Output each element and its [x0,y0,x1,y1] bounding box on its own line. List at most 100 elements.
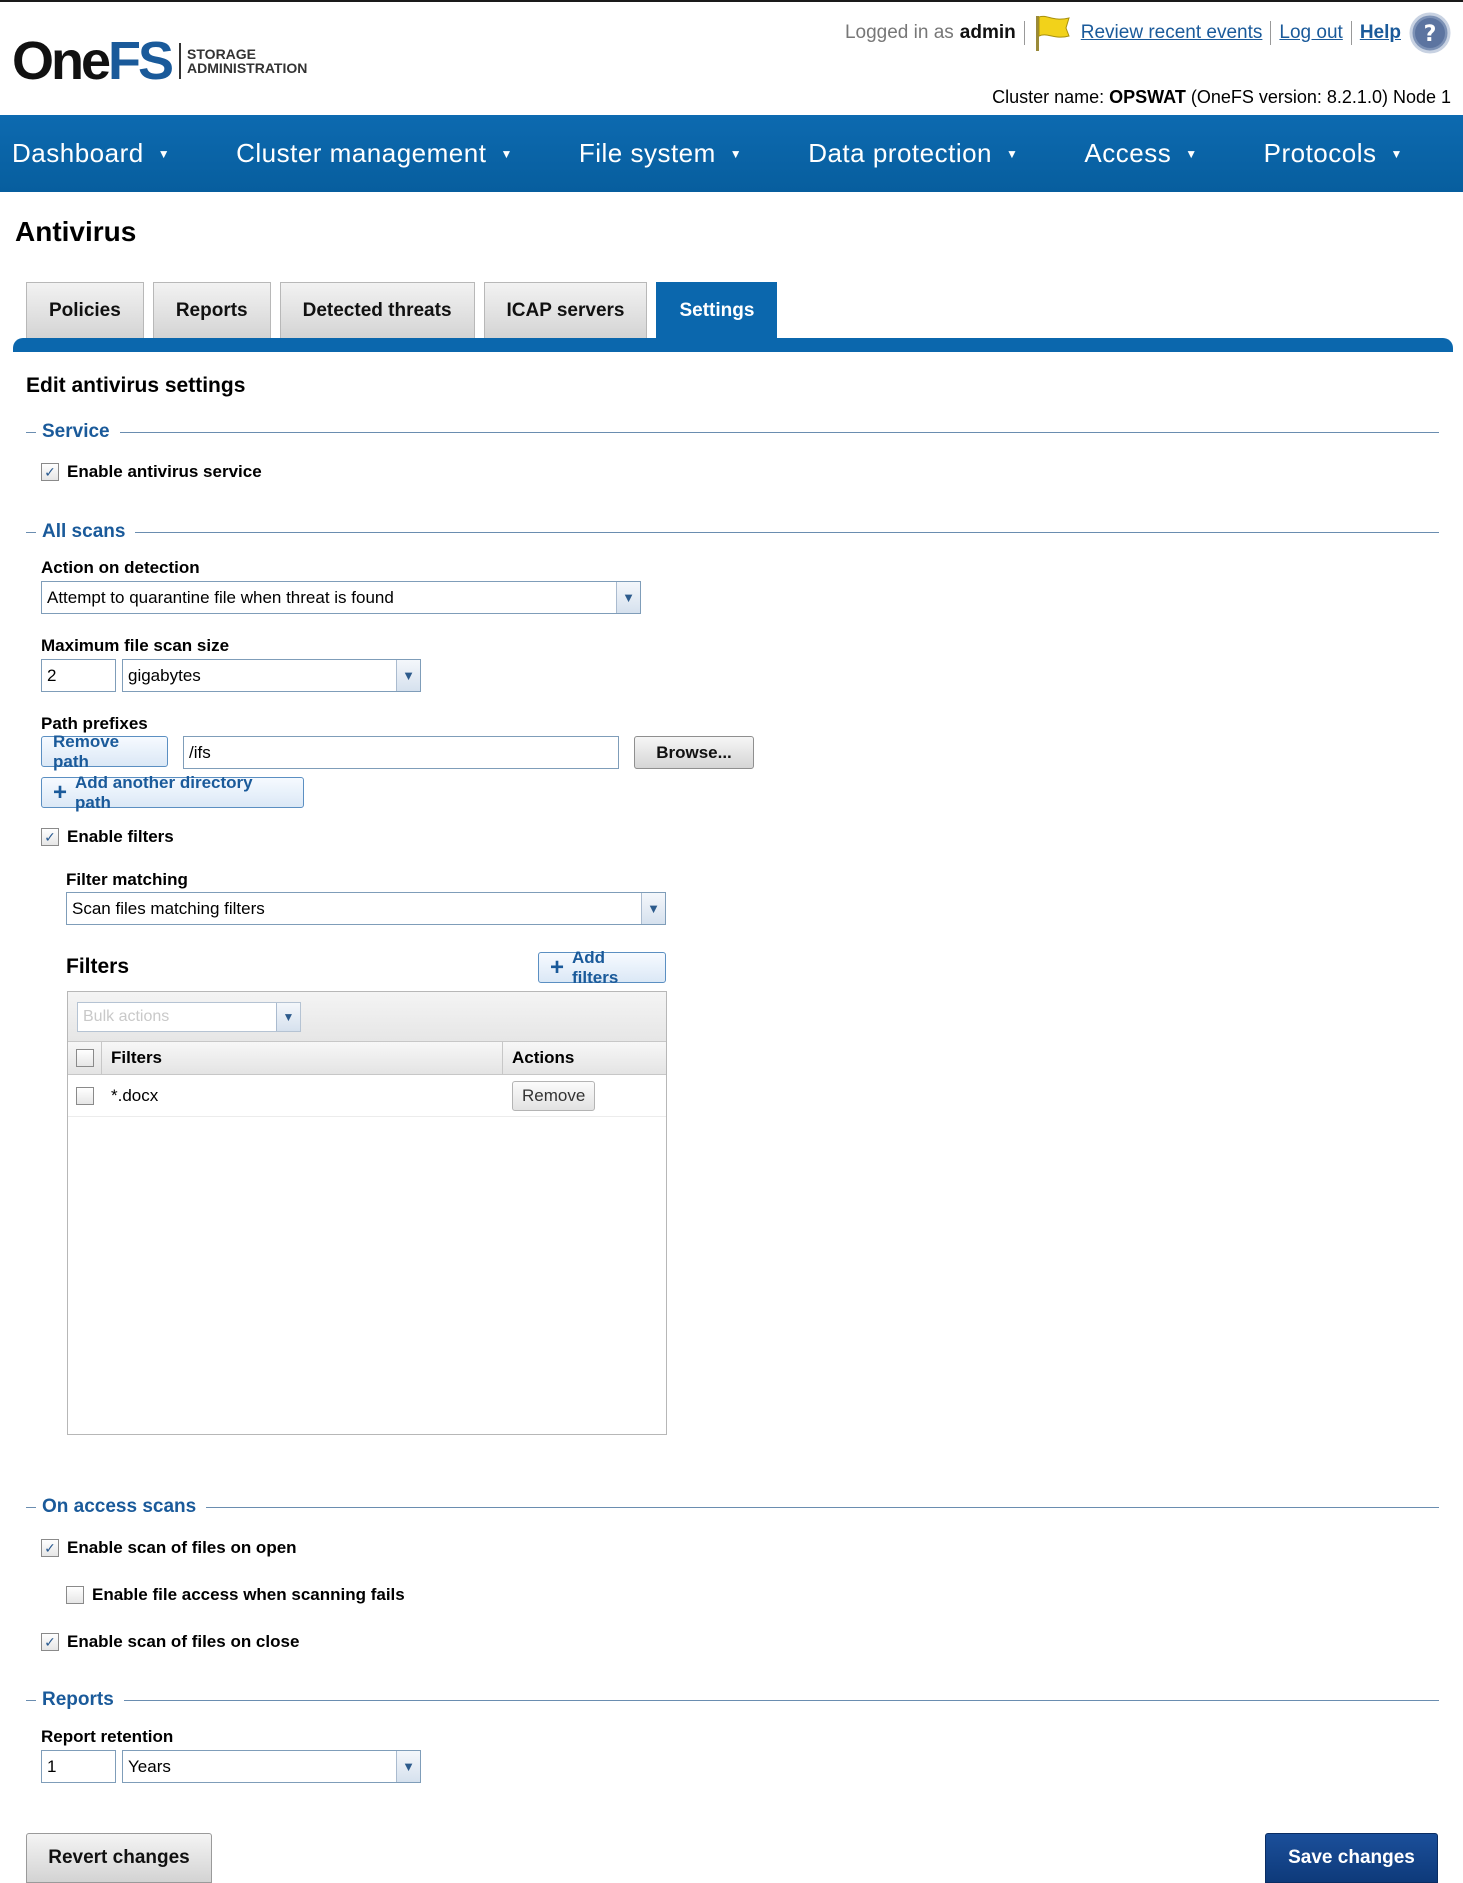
chevron-down-icon[interactable]: ▼ [641,893,665,924]
max-file-scan-size-input[interactable]: 2 [41,659,116,692]
page-title: Antivirus [15,216,137,247]
actions-cell: Remove [503,1075,666,1116]
nav-label: Data protection [808,138,993,168]
chevron-down-icon[interactable]: ▼ [396,660,420,691]
save-changes-button[interactable]: Save changes [1265,1833,1438,1883]
header-filters[interactable]: Filters [102,1042,503,1074]
row-checkbox[interactable] [76,1086,94,1105]
scan-on-close-row[interactable]: ✓ Enable scan of files on close [41,1632,299,1652]
report-retention-label: Report retention [41,1727,174,1746]
legend-line [206,1506,1439,1508]
add-filters-label: Add filters [572,947,619,987]
tab-detected-threats[interactable]: Detected threats [279,282,475,338]
select-all-cell [68,1042,102,1074]
legend-dash [26,1506,36,1508]
service-legend: Service [26,419,1439,445]
tab-icap-servers[interactable]: ICAP servers [483,282,648,338]
cluster-info: Cluster name: OPSWAT (OneFS version: 8.2… [992,87,1451,108]
scan-on-open-row[interactable]: ✓ Enable scan of files on open [41,1538,297,1558]
scan-on-open-checkbox[interactable]: ✓ [41,1539,59,1557]
scan-on-open-label: Enable scan of files on open [67,1538,297,1557]
revert-changes-button[interactable]: Revert changes [26,1833,212,1883]
nav-cluster-management[interactable]: Cluster management ▼ [224,138,525,169]
scan-on-close-checkbox[interactable]: ✓ [41,1633,59,1651]
row-select-cell [68,1075,102,1116]
logout-link[interactable]: Log out [1279,22,1342,44]
filter-matching-label: Filter matching [66,870,188,889]
report-retention-input[interactable]: 1 [41,1750,116,1783]
onefs-logo: One FS STORAGE ADMINISTRATION [12,34,307,88]
action-on-detection-select[interactable]: Attempt to quarantine file when threat i… [41,581,641,614]
legend-label: Service [42,421,110,442]
separator [1350,21,1352,45]
max-file-scan-size-label: Maximum file scan size [41,636,230,655]
remove-filter-button[interactable]: Remove [512,1080,596,1111]
tab-reports[interactable]: Reports [152,282,271,338]
chevron-down-icon[interactable]: ▼ [616,582,640,613]
chevron-down-icon[interactable]: ▼ [276,1003,300,1031]
caret-down-icon: ▼ [729,146,743,161]
browse-button[interactable]: Browse... [634,736,754,769]
caret-down-icon: ▼ [1390,146,1403,161]
access-on-fail-checkbox[interactable] [66,1586,84,1604]
help-link[interactable]: Help [1360,22,1401,44]
caret-down-icon: ▼ [157,146,171,161]
nav-label: Cluster management [236,138,487,168]
on-access-scans-legend: On access scans [26,1494,1439,1520]
select-value: Years [128,1756,171,1776]
add-filters-button[interactable]: + Add filters [538,948,666,987]
chevron-down-icon[interactable]: ▼ [396,1751,420,1782]
filters-table-toolbar: Bulk actions ▼ [68,992,666,1042]
bulk-actions-placeholder: Bulk actions [83,1008,170,1025]
filters-title: Filters [66,955,130,978]
nav-access[interactable]: Access ▼ [1072,138,1209,169]
header-actions: Actions [512,1048,575,1067]
tab-settings[interactable]: Settings [656,282,778,338]
user-bar: Logged in as admin Review recent events … [845,12,1451,54]
nav-file-system[interactable]: File system ▼ [567,138,754,169]
flag-icon[interactable] [1033,14,1073,52]
legend-dash [26,431,36,433]
action-on-detection-label: Action on detection [41,558,200,577]
separator [1270,21,1272,45]
remove-path-button[interactable]: Remove path [41,732,168,771]
bulk-actions-select[interactable]: Bulk actions ▼ [77,1002,301,1032]
max-file-scan-size-unit-select[interactable]: gigabytes ▼ [122,659,421,692]
scan-on-close-label: Enable scan of files on close [67,1632,300,1651]
legend-dash [26,531,36,533]
nav-label: Protocols [1263,138,1377,168]
access-on-fail-row[interactable]: Enable file access when scanning fails [66,1585,405,1605]
svg-text:?: ? [1424,22,1437,47]
legend-dash [26,1699,36,1701]
plus-icon: + [53,778,68,806]
nav-protocols[interactable]: Protocols ▼ [1252,138,1415,169]
review-events-link[interactable]: Review recent events [1081,22,1263,44]
top-border [0,0,1463,2]
tab-underline-bar [13,338,1453,352]
logo-divider [179,43,182,79]
caret-down-icon: ▼ [1006,146,1019,161]
legend-line [119,431,1439,433]
cluster-prefix: Cluster name: [992,87,1105,107]
reports-legend: Reports [26,1687,1439,1713]
filter-matching-select[interactable]: Scan files matching filters ▼ [66,892,666,925]
enable-antivirus-row[interactable]: ✓ Enable antivirus service [41,462,262,482]
add-directory-path-label: Add another directory path [75,772,253,812]
legend-line [135,531,1439,533]
help-icon[interactable]: ? [1409,12,1451,54]
enable-antivirus-checkbox[interactable]: ✓ [41,463,59,481]
select-all-checkbox[interactable] [75,1049,94,1067]
logo-fs-text: FS [108,31,174,91]
path-prefix-input[interactable]: /ifs [183,736,619,769]
add-directory-path-button[interactable]: + Add another directory path [41,773,304,812]
enable-filters-checkbox[interactable]: ✓ [41,828,59,846]
nav-data-protection[interactable]: Data protection ▼ [796,138,1030,169]
tab-strip: Policies Reports Detected threats ICAP s… [26,282,786,338]
plus-icon: + [550,953,565,981]
report-retention-unit-select[interactable]: Years ▼ [122,1750,421,1783]
enable-filters-row[interactable]: ✓ Enable filters [41,827,174,847]
username: admin [959,22,1016,43]
enable-antivirus-label: Enable antivirus service [67,462,262,481]
tab-policies[interactable]: Policies [26,282,144,338]
nav-dashboard[interactable]: Dashboard ▼ [0,138,182,169]
